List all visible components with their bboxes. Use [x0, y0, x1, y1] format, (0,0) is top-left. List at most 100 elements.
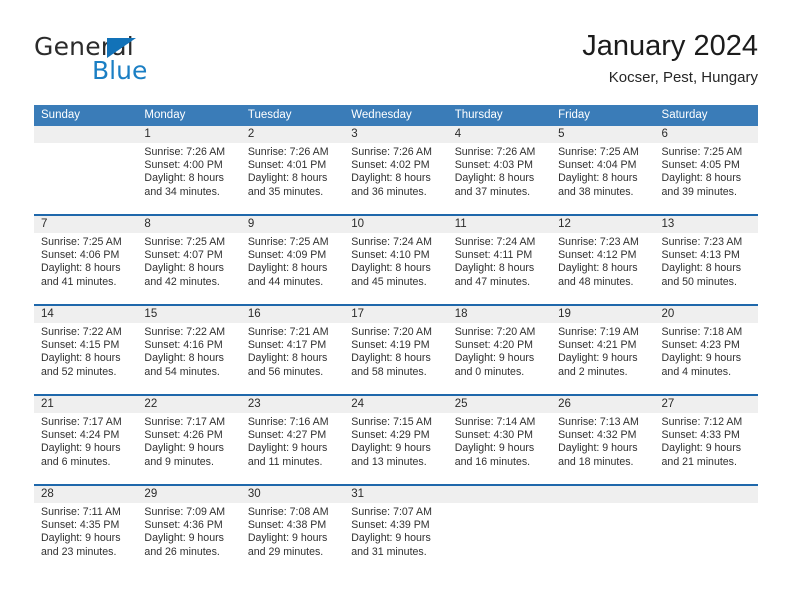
day-number: 28: [34, 486, 138, 503]
day-number: [447, 486, 552, 503]
day-cell[interactable]: 25 Sunrise: 7:14 AM Sunset: 4:30 PM Dayligh…: [447, 396, 552, 484]
daylight-text-line1: Daylight: 8 hours: [144, 172, 224, 185]
daylight-text-line1: Daylight: 8 hours: [144, 262, 224, 275]
daylight-text-line2: and 47 minutes.: [454, 275, 531, 288]
day-number: 10: [344, 216, 448, 233]
daylight-text-line1: Daylight: 8 hours: [41, 262, 121, 275]
sunset-text: Sunset: 4:39 PM: [351, 519, 430, 532]
day-sun-info: Sunrise: 7:17 AM Sunset: 4:24 PM Daylight:…: [34, 413, 137, 469]
day-number: 11: [447, 216, 552, 233]
day-cell[interactable]: 4 Sunrise: 7:26 AM Sunset: 4:03 PM Daylight…: [447, 126, 552, 214]
day-cell[interactable]: 10 Sunrise: 7:24 AM Sunset: 4:10 PM Dayligh…: [344, 216, 448, 304]
day-number: 9: [240, 216, 345, 233]
day-sun-info: Sunrise: 7:21 AM Sunset: 4:17 PM Daylight:…: [241, 323, 344, 379]
day-cell[interactable]: 16 Sunrise: 7:21 AM Sunset: 4:17 PM Dayligh…: [240, 306, 345, 394]
page-title: January 2024: [582, 30, 758, 62]
sunset-text: Sunset: 4:06 PM: [41, 249, 120, 262]
daylight-text-line1: Daylight: 8 hours: [351, 352, 431, 365]
calendar-week-row: 1 Sunrise: 7:26 AM Sunset: 4:00 PM Daylight…: [34, 126, 758, 214]
day-cell[interactable]: 6 Sunrise: 7:25 AM Sunset: 4:05 PM Daylight…: [654, 126, 758, 214]
day-cell[interactable]: 24 Sunrise: 7:15 AM Sunset: 4:29 PM Dayligh…: [344, 396, 448, 484]
day-cell[interactable]: 1 Sunrise: 7:26 AM Sunset: 4:00 PM Daylight…: [137, 126, 241, 214]
daylight-text-line1: Daylight: 8 hours: [661, 262, 742, 275]
day-cell[interactable]: 23 Sunrise: 7:16 AM Sunset: 4:27 PM Dayligh…: [240, 396, 345, 484]
sunrise-text: Sunrise: 7:26 AM: [351, 146, 432, 158]
day-number: 7: [34, 216, 138, 233]
day-cell[interactable]: 30 Sunrise: 7:08 AM Sunset: 4:38 PM Dayligh…: [240, 486, 345, 574]
day-number: 21: [34, 396, 138, 413]
day-cell[interactable]: 22 Sunrise: 7:17 AM Sunset: 4:26 PM Dayligh…: [137, 396, 241, 484]
sunset-text: Sunset: 4:38 PM: [247, 519, 327, 532]
sunrise-text: Sunrise: 7:22 AM: [41, 326, 122, 338]
general-blue-logo[interactable]: General Blue: [34, 32, 254, 90]
sunset-text: Sunset: 4:03 PM: [454, 159, 534, 172]
day-cell[interactable]: 19 Sunrise: 7:19 AM Sunset: 4:21 PM Dayligh…: [551, 306, 655, 394]
day-cell[interactable]: 28 Sunrise: 7:11 AM Sunset: 4:35 PM Dayligh…: [34, 486, 138, 574]
day-cell[interactable]: 31 Sunrise: 7:07 AM Sunset: 4:39 PM Dayligh…: [344, 486, 448, 574]
day-sun-info: Sunrise: 7:25 AM Sunset: 4:07 PM Daylight:…: [137, 233, 240, 289]
day-cell[interactable]: 11 Sunrise: 7:24 AM Sunset: 4:11 PM Dayligh…: [447, 216, 552, 304]
sunset-text: Sunset: 4:10 PM: [351, 249, 430, 262]
day-cell-empty: [654, 486, 758, 574]
daylight-text-line1: Daylight: 9 hours: [558, 442, 638, 455]
day-sun-info: Sunrise: 7:11 AM Sunset: 4:35 PM Daylight:…: [34, 503, 137, 559]
day-cell[interactable]: 26 Sunrise: 7:13 AM Sunset: 4:32 PM Dayligh…: [551, 396, 655, 484]
sunset-text: Sunset: 4:19 PM: [351, 339, 430, 352]
sunrise-text: Sunrise: 7:12 AM: [661, 416, 743, 428]
day-cell[interactable]: 2 Sunrise: 7:26 AM Sunset: 4:01 PM Daylight…: [240, 126, 345, 214]
daylight-text-line1: Daylight: 9 hours: [144, 532, 224, 545]
day-sun-info: Sunrise: 7:24 AM Sunset: 4:11 PM Daylight:…: [448, 233, 551, 289]
day-cell[interactable]: 12 Sunrise: 7:23 AM Sunset: 4:12 PM Dayligh…: [551, 216, 655, 304]
sunrise-text: Sunrise: 7:25 AM: [41, 236, 122, 248]
daylight-text-line1: Daylight: 8 hours: [41, 352, 121, 365]
sunrise-text: Sunrise: 7:25 AM: [558, 146, 639, 158]
day-cell[interactable]: 27 Sunrise: 7:12 AM Sunset: 4:33 PM Dayligh…: [654, 396, 758, 484]
calendar-week-row: 21 Sunrise: 7:17 AM Sunset: 4:24 PM Dayligh…: [34, 394, 758, 484]
day-cell[interactable]: 21 Sunrise: 7:17 AM Sunset: 4:24 PM Dayligh…: [34, 396, 138, 484]
day-cell[interactable]: 8 Sunrise: 7:25 AM Sunset: 4:07 PM Daylight…: [137, 216, 241, 304]
day-cell[interactable]: 3 Sunrise: 7:26 AM Sunset: 4:02 PM Daylight…: [344, 126, 448, 214]
daylight-text-line1: Daylight: 9 hours: [41, 532, 121, 545]
daylight-text-line1: Daylight: 9 hours: [247, 532, 328, 545]
page-header: General Blue January 2024 Kocser, Pest, …: [34, 28, 758, 96]
day-sun-info: Sunrise: 7:25 AM Sunset: 4:09 PM Daylight:…: [241, 233, 344, 289]
weekday-header-monday: Monday: [144, 109, 186, 121]
day-sun-info: Sunrise: 7:14 AM Sunset: 4:30 PM Daylight:…: [448, 413, 551, 469]
daylight-text-line2: and 16 minutes.: [454, 455, 531, 468]
daylight-text-line1: Daylight: 9 hours: [351, 442, 431, 455]
day-cell[interactable]: 15 Sunrise: 7:22 AM Sunset: 4:16 PM Dayligh…: [137, 306, 241, 394]
day-cell[interactable]: 20 Sunrise: 7:18 AM Sunset: 4:23 PM Dayligh…: [654, 306, 758, 394]
day-sun-info: Sunrise: 7:25 AM Sunset: 4:06 PM Daylight:…: [34, 233, 137, 289]
sunset-text: Sunset: 4:29 PM: [351, 429, 430, 442]
day-number: 17: [344, 306, 448, 323]
sunset-text: Sunset: 4:13 PM: [661, 249, 740, 262]
day-sun-info: Sunrise: 7:24 AM Sunset: 4:10 PM Daylight:…: [344, 233, 447, 289]
calendar-week-row: 28 Sunrise: 7:11 AM Sunset: 4:35 PM Dayligh…: [34, 484, 758, 574]
calendar-grid: Sunday Monday Tuesday Wednesday Thursday…: [34, 105, 758, 574]
day-cell[interactable]: 17 Sunrise: 7:20 AM Sunset: 4:19 PM Dayligh…: [344, 306, 448, 394]
day-cell[interactable]: 13 Sunrise: 7:23 AM Sunset: 4:13 PM Dayligh…: [654, 216, 758, 304]
weekday-header-saturday: Saturday: [661, 109, 708, 121]
daylight-text-line2: and 44 minutes.: [247, 275, 324, 288]
sunrise-text: Sunrise: 7:09 AM: [144, 506, 226, 518]
daylight-text-line1: Daylight: 8 hours: [351, 172, 431, 185]
sunset-text: Sunset: 4:21 PM: [558, 339, 637, 352]
day-cell[interactable]: 18 Sunrise: 7:20 AM Sunset: 4:20 PM Dayligh…: [447, 306, 552, 394]
day-cell[interactable]: 7 Sunrise: 7:25 AM Sunset: 4:06 PM Daylight…: [34, 216, 138, 304]
sunset-text: Sunset: 4:17 PM: [247, 339, 327, 352]
day-number: 1: [137, 126, 241, 143]
day-number: 12: [551, 216, 655, 233]
sunrise-text: Sunrise: 7:25 AM: [144, 236, 226, 248]
sunset-text: Sunset: 4:00 PM: [144, 159, 223, 172]
day-cell[interactable]: 29 Sunrise: 7:09 AM Sunset: 4:36 PM Dayligh…: [137, 486, 241, 574]
day-cell[interactable]: 9 Sunrise: 7:25 AM Sunset: 4:09 PM Daylight…: [240, 216, 345, 304]
sunrise-text: Sunrise: 7:16 AM: [247, 416, 329, 428]
sunrise-text: Sunrise: 7:07 AM: [351, 506, 432, 518]
daylight-text-line1: Daylight: 9 hours: [41, 442, 121, 455]
day-sun-info: Sunrise: 7:23 AM Sunset: 4:13 PM Daylight:…: [655, 233, 758, 289]
sunrise-text: Sunrise: 7:25 AM: [661, 146, 743, 158]
day-number: [654, 486, 758, 503]
day-cell[interactable]: 5 Sunrise: 7:25 AM Sunset: 4:04 PM Daylight…: [551, 126, 655, 214]
day-cell[interactable]: 14 Sunrise: 7:22 AM Sunset: 4:15 PM Dayligh…: [34, 306, 138, 394]
day-number: 30: [240, 486, 345, 503]
